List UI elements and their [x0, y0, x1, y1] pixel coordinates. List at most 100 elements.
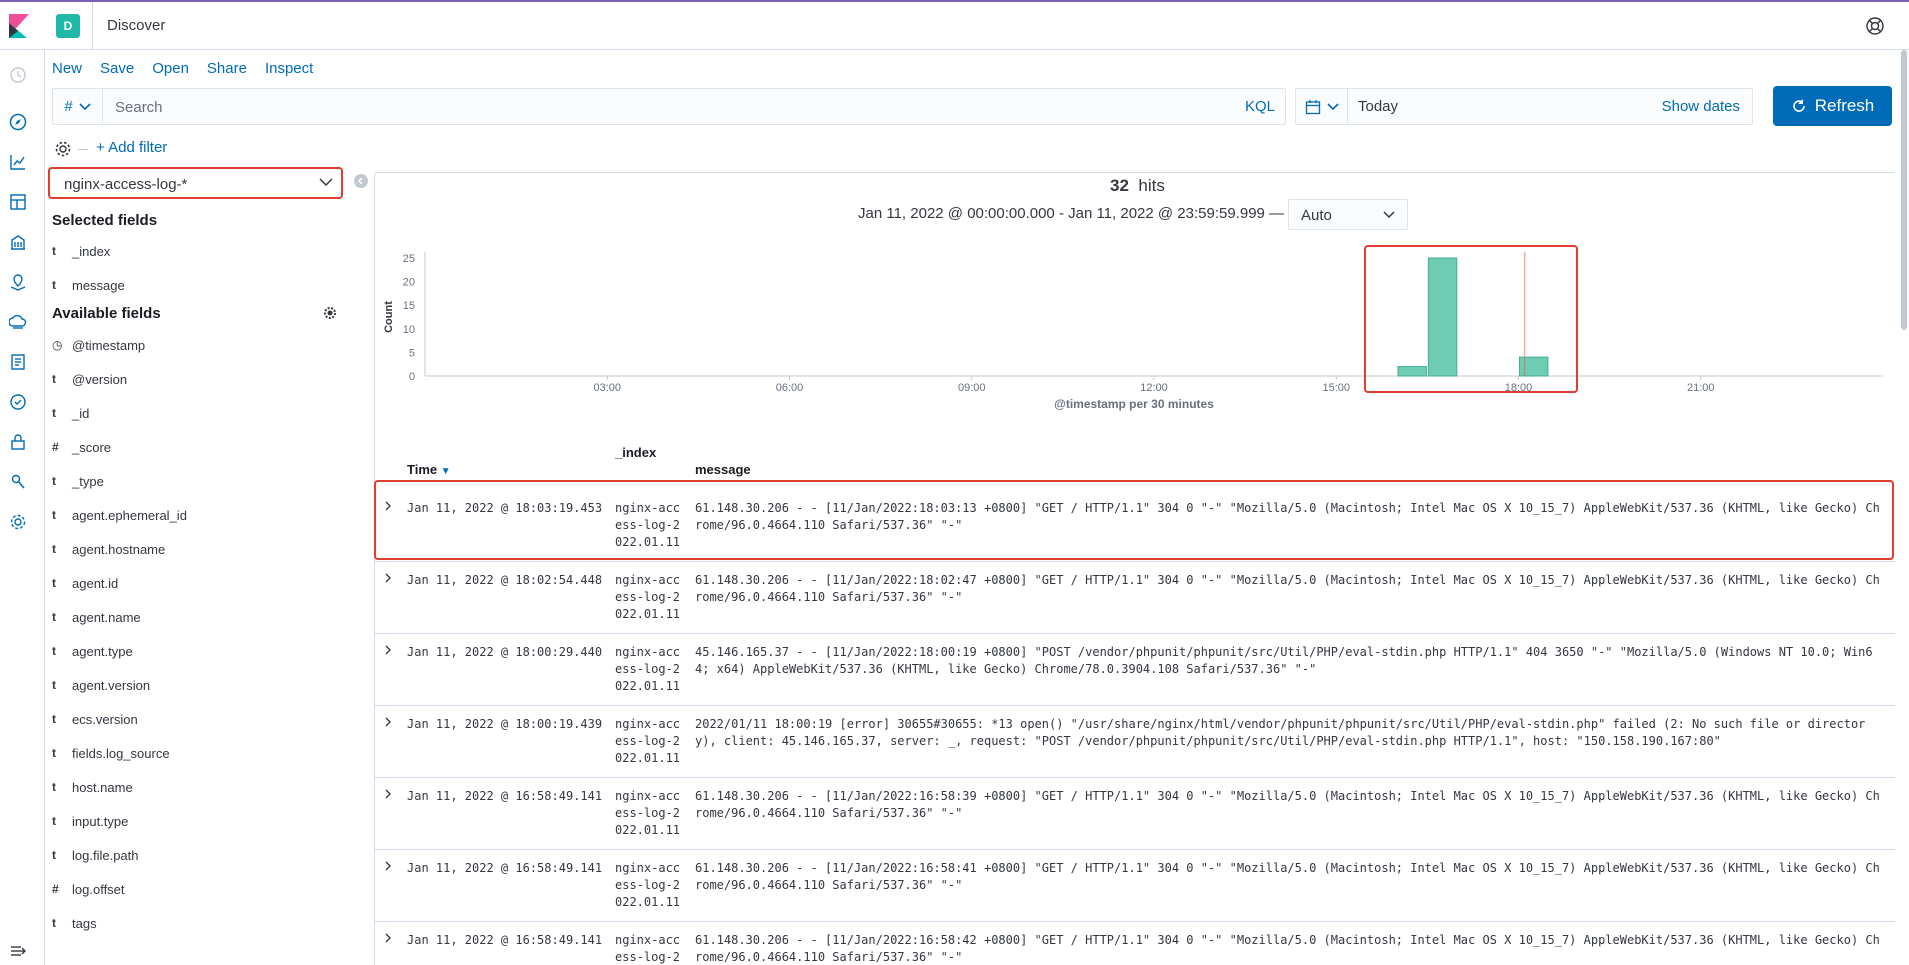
- field-item[interactable]: t tags: [52, 913, 97, 933]
- expand-row-chevron-icon[interactable]: [382, 788, 394, 800]
- x-tick-label: 18:00: [1505, 382, 1533, 394]
- visualize-icon[interactable]: [9, 153, 27, 171]
- table-row[interactable]: Jan 11, 2022 @ 18:00:29.440 nginx-access-…: [375, 634, 1895, 706]
- expand-row-chevron-icon[interactable]: [382, 932, 394, 944]
- row-message: 61.148.30.206 - - [11/Jan/2022:16:58:42 …: [695, 933, 1880, 964]
- row-index: nginx-access-log-2022.01.11: [615, 645, 681, 693]
- new-button[interactable]: New: [52, 60, 82, 77]
- field-item[interactable]: t agent.ephemeral_id: [52, 505, 187, 525]
- save-button[interactable]: Save: [100, 60, 134, 77]
- index-pattern-label: nginx-access-log-*: [64, 176, 188, 193]
- space-avatar[interactable]: D: [56, 14, 80, 38]
- page-scrollbar[interactable]: [1901, 50, 1907, 330]
- open-button[interactable]: Open: [152, 60, 189, 77]
- field-type-icon: t: [52, 508, 56, 522]
- table-row[interactable]: Jan 11, 2022 @ 18:03:19.453 nginx-access-…: [375, 490, 1895, 562]
- share-button[interactable]: Share: [207, 60, 247, 77]
- field-type-icon: ◷: [52, 338, 63, 352]
- field-name: ecs.version: [72, 711, 138, 727]
- field-filter-gear-icon[interactable]: [323, 306, 337, 320]
- field-item[interactable]: t _id: [52, 403, 89, 423]
- field-item[interactable]: ◷ @timestamp: [52, 335, 145, 355]
- date-range-value[interactable]: Today: [1358, 98, 1398, 115]
- field-type-icon: t: [52, 576, 56, 590]
- dev-tools-icon[interactable]: [9, 473, 27, 491]
- field-type-icon: t: [52, 712, 56, 726]
- field-item[interactable]: t agent.id: [52, 573, 118, 593]
- add-filter-button[interactable]: + Add filter: [96, 139, 167, 156]
- table-row[interactable]: Jan 11, 2022 @ 16:58:49.141 nginx-access-…: [375, 922, 1895, 965]
- maps-icon[interactable]: [9, 273, 27, 291]
- field-item[interactable]: t fields.log_source: [52, 743, 170, 763]
- table-row[interactable]: Jan 11, 2022 @ 16:58:49.141 nginx-access-…: [375, 778, 1895, 850]
- column-header-message[interactable]: message: [695, 462, 751, 477]
- field-name: fields.log_source: [72, 745, 170, 761]
- field-item[interactable]: t _type: [52, 471, 104, 491]
- query-language-symbol: #: [64, 98, 73, 115]
- expand-row-chevron-icon[interactable]: [382, 644, 394, 656]
- discover-compass-icon[interactable]: [9, 113, 27, 131]
- expand-row-chevron-icon[interactable]: [382, 500, 394, 512]
- field-item[interactable]: t ecs.version: [52, 709, 138, 729]
- management-gear-icon[interactable]: [9, 513, 27, 531]
- x-tick-label: 06:00: [776, 382, 804, 394]
- field-item[interactable]: t log.file.path: [52, 845, 139, 865]
- kql-toggle[interactable]: KQL: [1245, 98, 1275, 115]
- apm-icon[interactable]: [9, 393, 27, 411]
- expand-row-chevron-icon[interactable]: [382, 716, 394, 728]
- table-row[interactable]: Jan 11, 2022 @ 18:00:19.439 nginx-access-…: [375, 706, 1895, 778]
- refresh-button[interactable]: Refresh: [1773, 86, 1892, 126]
- table-row[interactable]: Jan 11, 2022 @ 16:58:49.141 nginx-access-…: [375, 850, 1895, 922]
- query-language-button[interactable]: #: [53, 89, 103, 124]
- field-name: log.file.path: [72, 847, 139, 863]
- field-type-icon: t: [52, 278, 56, 292]
- infrastructure-icon[interactable]: [9, 313, 27, 331]
- column-header-time[interactable]: Time ▼: [407, 462, 451, 477]
- index-pattern-selector[interactable]: nginx-access-log-*: [48, 167, 343, 199]
- filter-settings-gear-icon[interactable]: [54, 140, 72, 158]
- field-name: @timestamp: [72, 337, 146, 353]
- search-input[interactable]: [115, 97, 1155, 117]
- interval-select[interactable]: Auto: [1288, 199, 1408, 230]
- column-header-index[interactable]: _index: [615, 445, 656, 460]
- field-item[interactable]: t agent.type: [52, 641, 133, 661]
- field-item[interactable]: # log.offset: [52, 879, 125, 899]
- table-row[interactable]: Jan 11, 2022 @ 18:02:54.448 nginx-access-…: [375, 562, 1895, 634]
- kibana-logo-icon[interactable]: [9, 14, 29, 38]
- field-item[interactable]: t input.type: [52, 811, 128, 831]
- field-name: agent.name: [72, 609, 141, 625]
- row-time: Jan 11, 2022 @ 18:03:19.453: [407, 501, 603, 515]
- show-dates-button[interactable]: Show dates: [1662, 98, 1740, 115]
- canvas-icon[interactable]: [9, 233, 27, 251]
- sort-down-icon[interactable]: ▼: [441, 466, 451, 477]
- collapse-sidebar-button[interactable]: [354, 174, 368, 188]
- field-item[interactable]: t @version: [52, 369, 127, 389]
- field-type-icon: t: [52, 474, 56, 488]
- histogram-bar: [1427, 257, 1458, 377]
- field-name: _id: [72, 405, 90, 421]
- field-item[interactable]: t _index: [52, 241, 110, 261]
- inspect-button[interactable]: Inspect: [265, 60, 313, 77]
- expand-row-chevron-icon[interactable]: [382, 572, 394, 584]
- field-item[interactable]: t agent.name: [52, 607, 141, 627]
- logs-icon[interactable]: [9, 353, 27, 371]
- time-range-text: Jan 11, 2022 @ 00:00:00.000 - Jan 11, 20…: [858, 205, 1285, 222]
- query-bar: # KQL: [52, 88, 1286, 125]
- security-lock-icon[interactable]: [9, 433, 27, 451]
- quick-date-button[interactable]: [1296, 89, 1348, 124]
- histogram-chart[interactable]: 0 5 10 15 20 25 03:00 06:00 09:00 12:00 15:00 18:00…: [375, 240, 1895, 420]
- date-picker: Today Show dates: [1295, 88, 1753, 125]
- dashboard-icon[interactable]: [9, 193, 27, 211]
- collapse-nav-icon[interactable]: [9, 942, 27, 960]
- help-icon[interactable]: [1865, 16, 1885, 36]
- row-message: 61.148.30.206 - - [11/Jan/2022:18:03:13 …: [695, 501, 1880, 532]
- field-item[interactable]: t agent.hostname: [52, 539, 165, 559]
- field-item[interactable]: t message: [52, 275, 125, 295]
- expand-row-chevron-icon[interactable]: [382, 860, 394, 872]
- field-name: agent.version: [72, 677, 151, 693]
- top-menu: New Save Open Share Inspect: [52, 60, 313, 77]
- field-item[interactable]: # _score: [52, 437, 111, 457]
- recent-clock-icon[interactable]: [9, 66, 27, 84]
- field-item[interactable]: t agent.version: [52, 675, 150, 695]
- field-item[interactable]: t host.name: [52, 777, 133, 797]
